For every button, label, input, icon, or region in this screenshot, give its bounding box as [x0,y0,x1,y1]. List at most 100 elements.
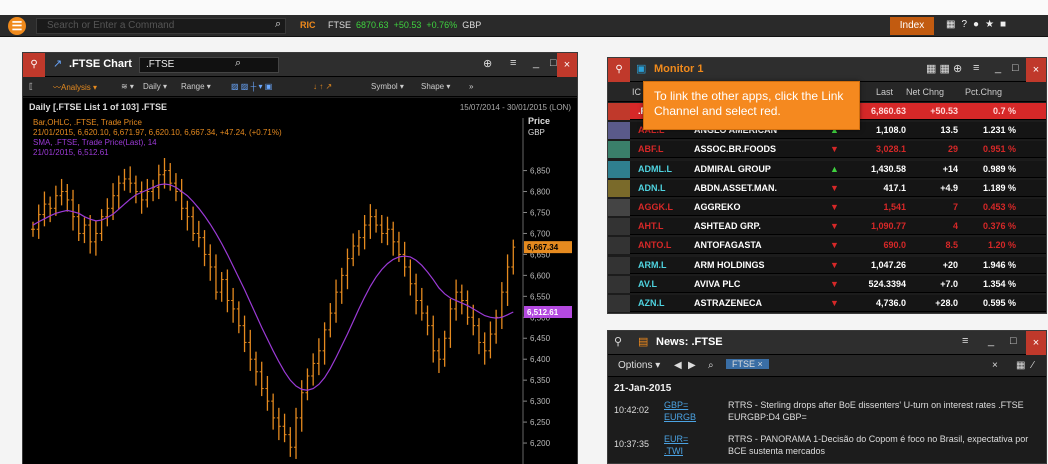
monitor-row[interactable]: AHT.L ASHTEAD GRP. ▼ 1,090.77 4 0.376 % [608,218,1046,236]
news-ric-primary[interactable]: EUR= [664,434,688,444]
arrow-tools-icon[interactable]: ↓ ↑ ↗ [313,82,332,91]
news-item[interactable]: 10:42:02 GBP= EURGB RTRS - Sterling drops a… [608,399,1046,429]
prev-icon[interactable]: ◀ [674,360,682,371]
index-button[interactable]: Index [890,17,934,35]
news-ric-primary[interactable]: GBP= [664,400,688,410]
calendar-icon[interactable]: ▦ [1016,360,1025,371]
folder-icon[interactable]: ■ [1000,19,1012,30]
row-ric[interactable]: AGGK.L [638,202,673,212]
link-channel-icon[interactable]: ⚲ [23,53,45,77]
shape-menu[interactable]: Shape ▾ [421,82,450,91]
maximize-icon[interactable]: □ [1010,335,1017,347]
col-header-pct[interactable]: Pct.Chng [965,87,1002,97]
star-icon[interactable]: ★ [985,19,1000,30]
menu-icon[interactable]: ≡ [973,62,979,74]
close-icon[interactable]: × [1026,58,1046,82]
link-channel-icon[interactable]: ⚲ [614,335,622,348]
menu-icon[interactable]: ≡ [962,335,968,347]
row-name: ANTOFAGASTA [694,240,762,251]
minimize-icon[interactable]: _ [995,62,1001,74]
news-item[interactable]: 10:37:35 EUR= .TWI RTRS - PANORAMA 1-Decisã… [608,433,1046,463]
next-icon[interactable]: ▶ [688,360,696,371]
analysis-menu[interactable]: 〰Analysis ▾ [53,82,97,93]
monitor-row[interactable]: ANTO.L ANTOFAGASTA ▼ 690.0 8.5 1.20 % [608,237,1046,255]
col-header-last[interactable]: Last [876,87,893,97]
row-ric[interactable]: ANTO.L [638,240,671,250]
link-color-cell[interactable] [608,141,630,159]
monitor-row[interactable]: AV.L AVIVA PLC ▼ 524.3394 +7.0 1.354 % [608,275,1046,293]
row-ric[interactable]: AHT.L [638,221,664,231]
link-color-cell[interactable] [608,179,630,197]
panel-collapse-icon[interactable]: ⟦ [29,82,33,91]
search-icon[interactable]: ⌕ [235,57,241,70]
close-icon[interactable]: × [557,53,577,77]
clear-icon[interactable]: × [992,360,998,371]
row-ric[interactable]: AV.L [638,279,657,289]
pin-icon[interactable]: ⊕ [953,62,962,75]
minimize-icon[interactable]: _ [988,335,994,347]
row-net-change: 13.5 [940,125,958,136]
row-ric[interactable]: AZN.L [638,298,665,308]
link-color-cell[interactable] [608,122,630,140]
link-color-cell[interactable] [608,160,630,178]
minimize-icon[interactable]: _ [533,57,539,69]
grid-icon[interactable]: ▦ [946,19,961,30]
col-header-ric[interactable]: IC [632,87,641,97]
link-color-cell[interactable] [608,295,630,312]
link-channel-icon[interactable]: ⚲ [608,58,630,82]
edit-icon[interactable]: ∕ [1032,360,1034,371]
menu-icon[interactable]: ≡ [510,57,516,69]
col-header-net[interactable]: Net Chng [906,87,944,97]
news-headline[interactable]: RTRS - PANORAMA 1-Decisão do Copom é foc… [728,433,1046,457]
maximize-icon[interactable]: □ [550,57,557,69]
link-color-cell[interactable] [608,218,630,236]
chat-icon[interactable]: ● [973,19,985,30]
link-color-cell[interactable] [608,275,630,293]
draw-tools-icon[interactable]: ▨ ▨ ┼ ▾ ▣ [231,82,272,91]
symbol-label: Symbol [371,82,398,91]
row-ric[interactable]: ARM.L [638,260,667,270]
row-net-change: +20 [942,259,958,270]
page-top-strip [0,0,1048,15]
monitor-row[interactable]: ADML.L ADMIRAL GROUP ▲ 1,430.58 +14 0.989 % [608,160,1046,178]
monitor-row[interactable]: AZN.L ASTRAZENECA ▼ 4,736.0 +28.0 0.595 % [608,295,1046,312]
expand-icon[interactable]: » [469,82,473,91]
grid-view-icon[interactable]: ▦ ▦ [926,62,950,75]
news-ric-secondary[interactable]: .TWI [664,446,683,456]
chart-symbol-input[interactable]: .FTSE [139,57,279,73]
maximize-icon[interactable]: □ [1012,62,1019,74]
link-color-cell[interactable] [608,199,630,216]
command-search-input[interactable]: Search or Enter a Command [36,18,286,34]
search-icon[interactable]: ⌕ [708,360,714,371]
news-ric-link[interactable]: EUR= .TWI [664,433,688,457]
chart-toolbar: ⟦ 〰Analysis ▾ ≋ ▾ Daily ▾ Range ▾ ▨ ▨ ┼ … [23,77,577,97]
close-icon[interactable]: × [1026,331,1046,355]
pin-icon[interactable]: ⊕ [483,57,492,70]
help-icon[interactable]: ? [961,19,973,30]
row-ric[interactable]: ABF.L [638,144,664,154]
chart-date-range: 15/07/2014 - 30/01/2015 (LON) [460,103,572,112]
row-ric[interactable]: ADN.L [638,183,666,193]
range-menu[interactable]: Range ▾ [181,82,211,91]
monitor-row[interactable]: ABF.L ASSOC.BR.FOODS ▼ 3,028.1 29 0.951 % [608,141,1046,159]
link-color-cell[interactable] [608,103,630,120]
options-menu[interactable]: Options ▾ [618,360,660,371]
news-ric-link[interactable]: GBP= EURGB [664,399,696,423]
filter-chip[interactable]: FTSE × [726,359,769,369]
row-pct-change: 0.951 % [982,144,1016,155]
link-color-cell[interactable] [608,237,630,255]
chart-style-icon[interactable]: ≋ ▾ [121,82,134,91]
search-icon[interactable]: ⌕ [275,18,281,31]
app-menu-icon[interactable]: ☰ [8,17,26,35]
link-color-cell[interactable] [608,256,630,274]
news-ric-secondary[interactable]: EURGB [664,412,696,422]
row-last: 690.0 [883,240,906,251]
monitor-row[interactable]: ARM.L ARM HOLDINGS ▼ 1,047.26 +20 1.946 % [608,256,1046,274]
row-ric[interactable]: ADML.L [638,164,672,174]
chart-area[interactable]: Daily [.FTSE List 1 of 103] .FTSE 15/07/… [23,98,577,464]
symbol-menu[interactable]: Symbol ▾ [371,82,404,91]
daily-menu[interactable]: Daily ▾ [143,82,167,91]
monitor-row[interactable]: AGGK.L AGGREKO ▼ 1,541 7 0.453 % [608,199,1046,216]
news-headline[interactable]: RTRS - Sterling drops after BoE dissente… [728,399,1046,423]
monitor-row[interactable]: ADN.L ABDN.ASSET.MAN. ▼ 417.1 +4.9 1.189 % [608,179,1046,197]
